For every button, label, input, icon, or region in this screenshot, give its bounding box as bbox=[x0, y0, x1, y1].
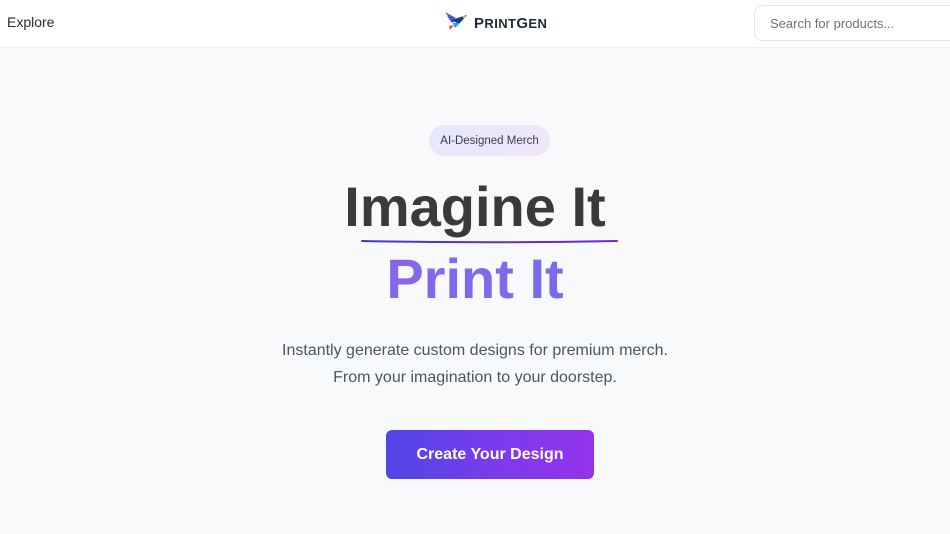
hero-subheadline: Print It bbox=[0, 245, 950, 313]
top-header: Explore PRINTGEN bbox=[0, 0, 950, 48]
bird-logo-icon bbox=[443, 9, 469, 38]
logo-wordmark: PRINTGEN bbox=[474, 14, 548, 32]
search-input[interactable] bbox=[754, 5, 950, 41]
create-design-button[interactable]: Create Your Design bbox=[386, 430, 594, 479]
hero-section: AI-Designed Merch Imagine It Print It In… bbox=[0, 48, 950, 534]
printgen-logo[interactable]: PRINTGEN bbox=[443, 10, 547, 36]
explore-link[interactable]: Explore bbox=[7, 14, 54, 30]
ai-merch-badge: AI-Designed Merch bbox=[429, 125, 550, 156]
hero-description-line-2: From your imagination to your doorstep. bbox=[333, 369, 617, 386]
hero-description-line-1: Instantly generate custom designs for pr… bbox=[282, 342, 668, 359]
hero-headline: Imagine It bbox=[344, 175, 606, 238]
